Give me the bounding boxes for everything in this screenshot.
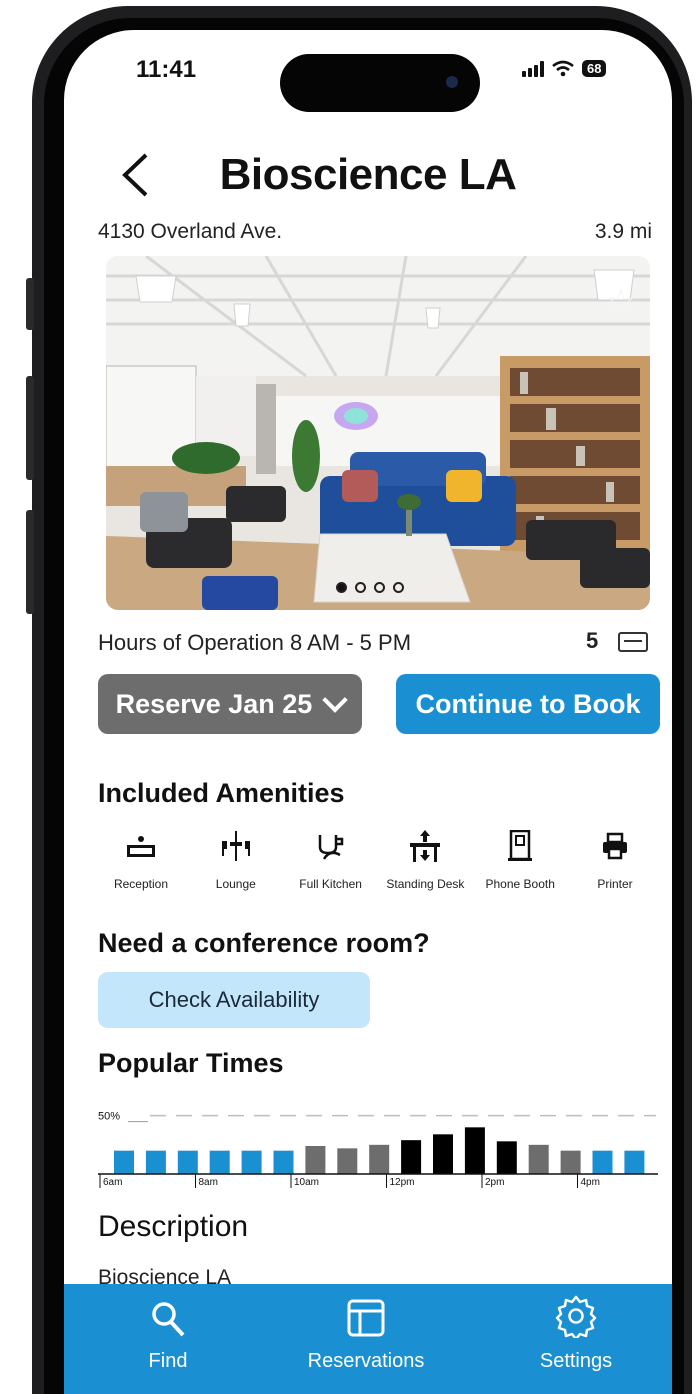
desk-count: 5 — [586, 628, 599, 653]
x-tick-label: 10am — [294, 1177, 319, 1188]
amenities-list: Reception Lounge Full Kitchen Standing D… — [98, 830, 658, 893]
battery-icon: 68 — [582, 60, 607, 77]
carousel-dot[interactable] — [336, 582, 347, 593]
carousel-dots[interactable] — [336, 582, 404, 593]
gear-icon — [555, 1295, 597, 1338]
amenity-lounge: Lounge — [193, 830, 279, 893]
chart-bar — [528, 1144, 549, 1174]
location-address: 4130 Overland Ave. — [98, 220, 283, 243]
amenity-full-kitchen: Full Kitchen — [288, 830, 374, 893]
chart-bar — [369, 1144, 390, 1174]
chevron-left-icon — [122, 153, 148, 197]
amenity-label: Lounge — [215, 877, 256, 891]
kitchen-icon — [318, 835, 343, 860]
volume-down-button — [26, 510, 34, 614]
chart-bar — [624, 1150, 645, 1174]
amenity-label: Standing Desk — [386, 877, 465, 891]
tab-settings[interactable]: Settings — [496, 1284, 656, 1394]
amenity-label: Reception — [113, 877, 169, 891]
location-distance: 3.9 mi — [594, 220, 652, 243]
reception-icon — [127, 836, 155, 857]
favorite-star-icon[interactable]: ☆ — [606, 282, 636, 322]
continue-to-book-button[interactable]: Continue to Book — [396, 674, 660, 734]
amenity-phone-booth: Phone Booth — [477, 830, 563, 893]
chart-bar — [177, 1150, 198, 1174]
chevron-down-icon — [322, 687, 349, 713]
tab-find[interactable]: Find — [88, 1284, 248, 1394]
check-availability-button[interactable]: Check Availability — [98, 972, 370, 1028]
chart-bar — [496, 1141, 517, 1174]
page-title: Bioscience LA — [219, 150, 517, 199]
reference-label: 50% — [98, 1111, 120, 1123]
popular-times-chart: 50% 6am 8am 10am 12pm 2pm 4pm — [98, 1111, 658, 1188]
chart-bar — [241, 1150, 262, 1174]
x-tick-label: 8am — [199, 1177, 218, 1188]
screen: 11:41 68 Bioscience LA 4130 Overland Ave… — [64, 30, 672, 1394]
carousel-dot[interactable] — [374, 582, 385, 593]
chart-bar — [114, 1150, 134, 1174]
x-tick-label: 4pm — [581, 1177, 600, 1188]
reserve-date-dropdown[interactable]: Reserve Jan 25 — [98, 674, 362, 734]
camera-icon — [446, 76, 458, 88]
desk-icon — [618, 632, 648, 652]
amenity-label: Printer — [597, 877, 633, 891]
tab-label: Reservations — [307, 1350, 425, 1372]
mute-switch — [26, 278, 34, 330]
reserve-date-label: Reserve Jan 25 — [115, 688, 313, 719]
carousel-dot[interactable] — [393, 582, 404, 593]
status-time: 11:41 — [136, 56, 197, 83]
amenities-heading: Included Amenities — [98, 778, 345, 808]
tab-reservations[interactable]: Reservations — [286, 1284, 446, 1394]
chart-bar — [433, 1134, 453, 1174]
bottom-tab-bar: Find Reservations Settings — [64, 1284, 672, 1394]
layout-icon — [347, 1299, 385, 1337]
tab-label: Find — [148, 1350, 188, 1372]
standing-desk-icon — [410, 830, 441, 862]
chart-bar — [273, 1150, 294, 1174]
chart-bar — [592, 1150, 613, 1174]
chart-bar — [145, 1150, 166, 1174]
amenity-label: Full Kitchen — [299, 877, 362, 891]
signal-icon — [522, 60, 544, 77]
chart-bar — [209, 1150, 230, 1174]
location-photo[interactable]: ☆ — [106, 256, 650, 610]
hours-of-operation: Hours of Operation 8 AM - 5 PM — [98, 630, 412, 655]
back-button[interactable] — [120, 152, 150, 206]
amenity-reception: Reception — [98, 830, 184, 893]
chart-bar — [401, 1140, 422, 1174]
chart-bar — [305, 1146, 326, 1174]
amenity-label: Phone Booth — [485, 877, 555, 891]
dynamic-island — [280, 54, 480, 112]
chart-bar — [560, 1150, 581, 1174]
description-heading: Description — [98, 1210, 249, 1243]
amenity-standing-desk: Standing Desk — [382, 830, 468, 893]
volume-up-button — [26, 376, 34, 480]
conference-heading: Need a conference room? — [98, 928, 430, 958]
tab-label: Settings — [539, 1350, 613, 1372]
x-tick-label: 12pm — [390, 1177, 415, 1188]
x-tick-label: 2pm — [485, 1177, 504, 1188]
amenity-printer: Printer — [572, 830, 658, 893]
x-tick-label: 6am — [103, 1177, 122, 1188]
wifi-icon — [552, 60, 574, 77]
office-photo-illustration — [106, 256, 650, 610]
chart-bar — [464, 1127, 485, 1174]
status-icons: 68 — [522, 60, 607, 77]
chart-bar — [337, 1148, 358, 1174]
printer-icon — [602, 832, 627, 860]
lounge-icon — [221, 831, 250, 861]
carousel-dot[interactable] — [355, 582, 366, 593]
popular-times-heading: Popular Times — [98, 1048, 284, 1078]
search-icon — [152, 1302, 185, 1337]
phone-booth-icon — [508, 830, 533, 861]
